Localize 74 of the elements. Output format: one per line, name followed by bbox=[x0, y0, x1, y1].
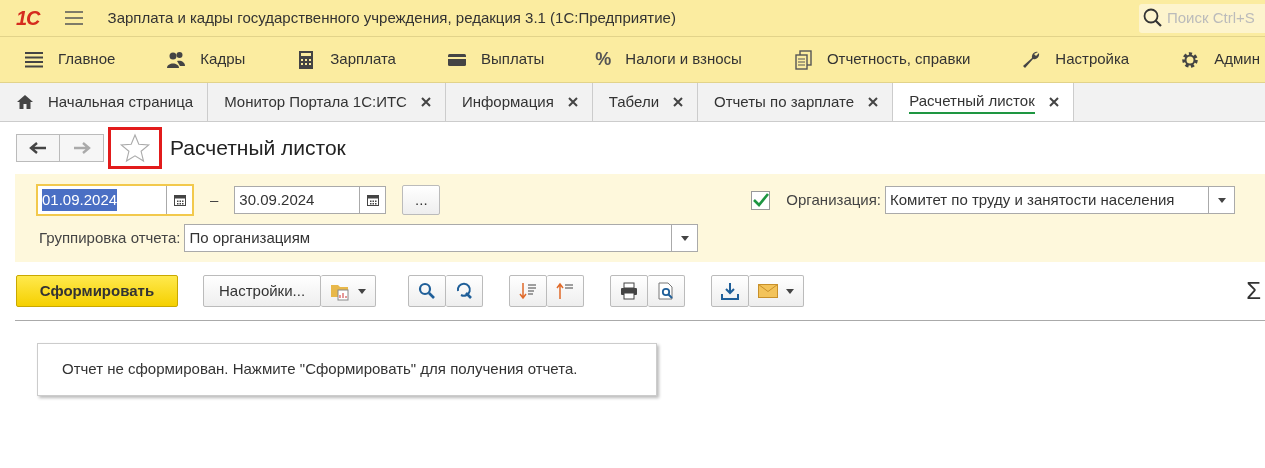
section-item[interactable]: % Налоги и взносы bbox=[595, 46, 742, 73]
document-search-icon bbox=[657, 282, 676, 300]
section-item[interactable]: Админ bbox=[1180, 48, 1260, 71]
section-label: Настройка bbox=[1055, 49, 1130, 70]
arrow-left-icon bbox=[29, 142, 47, 154]
section-label: Админ bbox=[1214, 49, 1260, 70]
close-icon[interactable] bbox=[1048, 97, 1059, 107]
dropdown-icon bbox=[358, 288, 367, 294]
printer-icon bbox=[620, 282, 639, 300]
generate-button[interactable]: Сформировать bbox=[16, 275, 178, 307]
section-label: Выплаты bbox=[480, 49, 545, 70]
wrench-icon bbox=[1021, 49, 1042, 70]
section-item[interactable]: Зарплата bbox=[296, 48, 396, 71]
documents-icon bbox=[792, 49, 813, 70]
form-title: Расчетный листок bbox=[170, 135, 346, 162]
sort-up-icon bbox=[556, 282, 575, 300]
search-refresh-button[interactable] bbox=[446, 275, 484, 307]
calendar-icon[interactable] bbox=[173, 194, 186, 206]
home-icon bbox=[16, 94, 34, 110]
section-label: Отчетность, справки bbox=[826, 49, 971, 70]
section-item[interactable]: Кадры bbox=[166, 48, 246, 71]
dash: – bbox=[210, 189, 219, 210]
back-button[interactable] bbox=[16, 134, 60, 162]
section-label: Налоги и взносы bbox=[625, 49, 742, 70]
tab[interactable]: Расчетный листок bbox=[893, 83, 1074, 121]
search-button[interactable] bbox=[408, 275, 447, 307]
section-item[interactable]: Главное bbox=[24, 48, 116, 71]
search-icon bbox=[418, 282, 437, 300]
save-button[interactable] bbox=[711, 275, 750, 307]
gear-icon bbox=[1180, 49, 1201, 70]
logo: 1С bbox=[16, 8, 40, 28]
close-icon[interactable] bbox=[567, 97, 578, 107]
checkbox[interactable] bbox=[751, 190, 771, 210]
section-item[interactable]: Настройка bbox=[1021, 48, 1130, 71]
check-icon bbox=[752, 193, 769, 207]
sum-icon[interactable]: Σ bbox=[1246, 273, 1261, 309]
menu-icon[interactable] bbox=[63, 10, 84, 26]
field-label: Организация: bbox=[786, 189, 881, 210]
section-label: Главное bbox=[58, 49, 116, 70]
section-item[interactable]: Выплаты bbox=[446, 48, 545, 71]
search-icon bbox=[1143, 8, 1163, 28]
field-label: Группировка отчета: bbox=[39, 227, 181, 248]
dropdown-icon bbox=[786, 288, 795, 294]
search-refresh-icon bbox=[455, 282, 474, 300]
arrow-right-icon bbox=[72, 142, 91, 154]
sort-button[interactable] bbox=[509, 275, 548, 307]
close-icon[interactable] bbox=[673, 97, 683, 107]
close-icon[interactable] bbox=[868, 97, 879, 107]
section-label: Кадры bbox=[200, 49, 246, 70]
email-button[interactable] bbox=[749, 275, 805, 307]
sort-button[interactable] bbox=[547, 275, 585, 307]
settings-button[interactable]: Настройки... bbox=[203, 275, 322, 307]
close-icon[interactable] bbox=[420, 97, 431, 107]
dropdown-icon[interactable] bbox=[1217, 197, 1226, 203]
calendar-icon[interactable] bbox=[366, 194, 379, 206]
people-icon bbox=[166, 49, 187, 70]
dropdown-icon[interactable] bbox=[680, 235, 689, 241]
date-field[interactable]: 30.09.2024 bbox=[234, 186, 387, 214]
envelope-icon bbox=[758, 284, 779, 298]
section-item[interactable]: Отчетность, справки bbox=[792, 48, 971, 71]
preview-button[interactable] bbox=[648, 275, 686, 307]
grouping-field[interactable]: По организациям bbox=[184, 224, 699, 252]
percent-icon: % bbox=[595, 46, 612, 73]
sort-down-icon bbox=[519, 282, 538, 300]
message-box: Отчет не сформирован. Нажмите "Сформировать" для получения отчета. bbox=[37, 343, 657, 396]
organization-field[interactable]: Комитет по труду и занятости населения bbox=[885, 186, 1235, 214]
date-field[interactable]: 01.09.2024 bbox=[36, 184, 194, 216]
star-icon[interactable] bbox=[119, 133, 151, 163]
window-title: Зарплата и кадры государственного учреждения, редакция 3.1 (1С:Предприятие) bbox=[107, 7, 676, 28]
section-label: Зарплата bbox=[330, 49, 396, 70]
list-icon bbox=[24, 49, 44, 70]
print-button[interactable] bbox=[610, 275, 649, 307]
period-button[interactable]: ... bbox=[402, 185, 441, 215]
download-icon bbox=[721, 282, 740, 300]
